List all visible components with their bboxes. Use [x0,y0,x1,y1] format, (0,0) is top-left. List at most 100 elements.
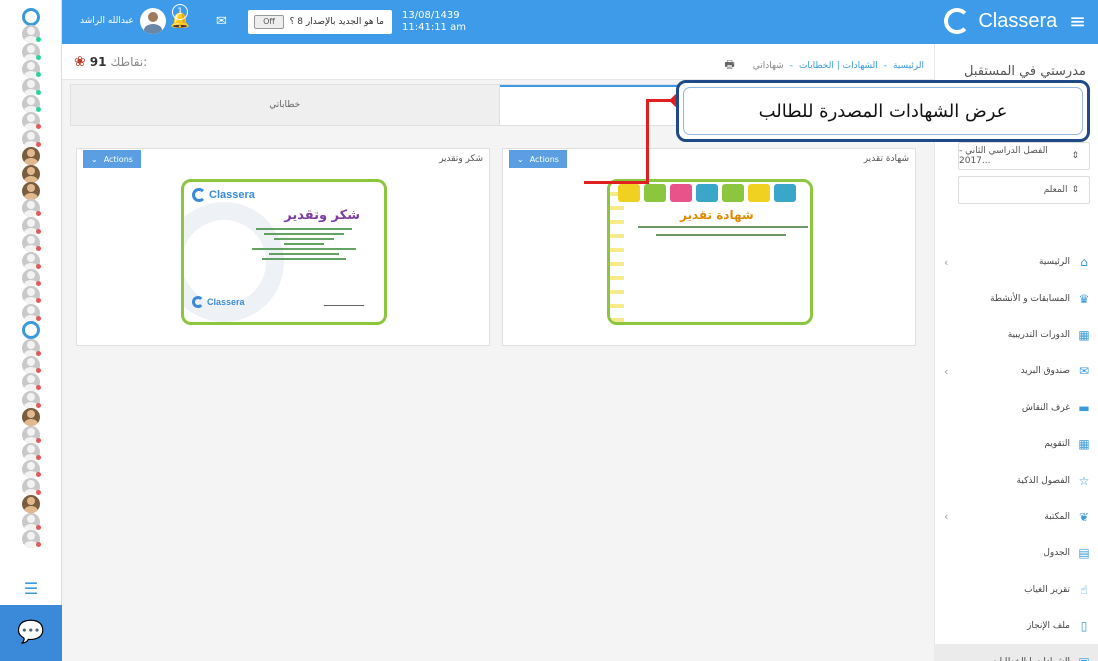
contacts-rail: ☰ 💬 [0,0,62,661]
semester-select[interactable]: الفصل الدراسي الثاني - 2017... ⇕ [958,142,1090,170]
certificate-brand: Classera [209,189,255,201]
text-line [256,228,352,230]
chat-toggle-button[interactable]: 💬 [0,605,62,661]
school-name: مدرستي في المستقبل [964,64,1086,79]
table-icon: ▤ [1078,546,1090,561]
status-dot [36,315,41,321]
callout-arrow [646,99,649,183]
whats-new-toggle[interactable]: Off [254,15,284,29]
sidebar-item[interactable]: ‹ صندوق البريد ✉ [934,353,1098,389]
flower-icon [696,184,718,202]
contact-avatar[interactable] [22,164,40,183]
contact-avatar[interactable] [22,495,40,514]
notifications-button[interactable]: 🔔 1 [170,4,190,29]
sidebar-item[interactable]: ‹ المكتبة ❦ [934,499,1098,535]
classera-logo-icon [944,8,971,34]
text-line [252,248,356,250]
home-icon: ⌂ [1080,255,1088,270]
tab-letters[interactable]: خطاباتي [71,85,500,125]
status-dot [36,246,41,252]
text-line [274,238,334,240]
mail-icon[interactable]: ✉ [216,14,227,29]
sidebar-item[interactable]: ⌄ الشهادات | الخطابات ▣ [934,644,1098,661]
sidebar-item[interactable]: ‹ الرئيسية ⌂ [934,244,1098,280]
certificate-footer-brand: Classera [207,297,245,307]
status-dot [36,542,41,547]
chevron-icon: ‹ [944,364,949,378]
sidebar-item-label: الجدول [1043,548,1070,559]
list-icon[interactable]: ☰ [22,580,40,598]
status-dot [36,368,41,373]
status-dot [36,54,41,60]
breadcrumb-item[interactable]: الرئيسية [893,61,924,71]
contact-avatar[interactable] [22,321,40,340]
sidebar-item[interactable]: الدورات التدريبية ▦ [934,317,1098,353]
certificate-text-lines [244,228,364,260]
certificate-thumbnail[interactable]: Classera شكر وتقدير Classera [181,179,387,325]
user-name: عبدالله الراشد [80,16,134,26]
hamburger-menu-icon[interactable]: ≡ [1069,9,1086,33]
sidebar-item[interactable]: الفصول الذكية ☆ [934,462,1098,498]
text-line [656,234,786,236]
actions-button[interactable]: ⌄ Actions [83,150,141,168]
status-dot [36,124,41,130]
text-line [269,253,339,255]
role-value: المعلم [1043,185,1068,195]
role-select[interactable]: المعلم ⇕ [958,176,1090,204]
card-title: شكر وتقدير [439,154,483,164]
top-bar: Classera ≡ عبدالله الراشد 🔔 1 ✉ Off ما ه… [62,0,1098,44]
contact-avatar[interactable] [22,182,40,200]
status-dot [36,455,41,460]
points-display: ❀ 91 نقاطك: [74,54,147,70]
decorative-flowers [618,184,796,202]
sidebar-item-label: المكتبة [1044,511,1070,522]
status-dot [36,437,41,443]
contact-avatar[interactable] [22,8,40,26]
brand[interactable]: Classera ≡ [944,8,1086,34]
contact-avatar[interactable] [22,408,40,427]
breadcrumb: 🖶 شهاداتي - الشهادات | الخطابات - الرئيس… [724,56,924,75]
classera-logo-icon [192,188,206,202]
points-label: نقاطك: [110,55,148,69]
semester-value: الفصل الدراسي الثاني - 2017... [959,146,1048,166]
select-arrows-icon: ⇕ [1071,185,1079,195]
status-dot [36,37,41,43]
trophy-icon: ♛ [1078,291,1090,306]
calendar-icon: ▦ [1078,437,1090,452]
points-icon: ❀ [74,54,86,70]
signature-line [324,292,364,306]
breadcrumb-item[interactable]: الشهادات | الخطابات [799,61,878,71]
certificate-footer-logo: Classera [192,296,245,308]
sidebar-item[interactable]: تقرير الغياب ☝ [934,572,1098,608]
date-time: 13/08/1439 11:41:11 am [402,10,466,34]
sidebar-item[interactable]: التقويم ▦ [934,426,1098,462]
print-icon[interactable]: 🖶 [724,56,734,75]
whats-new-box[interactable]: Off ما هو الجديد بالإصدار 8 ؟ [248,10,392,34]
text-line [638,226,808,228]
user-menu[interactable]: عبدالله الراشد [80,8,166,34]
actions-label: Actions [529,154,559,164]
chat-icon: ▬ [1078,400,1090,415]
chevron-icon: ⌄ [944,656,953,661]
breadcrumb-separator: - [883,60,887,71]
certificate-logo: Classera [192,188,255,202]
contact-avatar[interactable] [22,147,40,166]
sidebar-item[interactable]: ملف الإنجاز ▯ [934,608,1098,644]
certificate-thumbnail[interactable]: شهادة تقدير [607,179,813,325]
contact-list [0,4,62,564]
status-dot [36,72,41,78]
actions-button[interactable]: ⌄ Actions [509,150,567,168]
status-dot [36,211,41,217]
status-dot [36,472,41,478]
status-dot [36,350,41,356]
notification-count: 1 [172,4,188,20]
status-dot [36,524,41,530]
sidebar-item[interactable]: المسابقات و الأنشطة ♛ [934,280,1098,316]
time: 11:41:11 am [402,22,466,33]
text-line [284,243,324,245]
sidebar-item[interactable]: الجدول ▤ [934,535,1098,571]
certificate-card: ⌄ Actions شكر وتقدير Classera شكر وتقدير [76,148,490,346]
sidebar-item[interactable]: غرف النقاش ▬ [934,390,1098,426]
hand-icon: ☝ [1080,582,1088,597]
star-icon: ☆ [1078,473,1090,488]
